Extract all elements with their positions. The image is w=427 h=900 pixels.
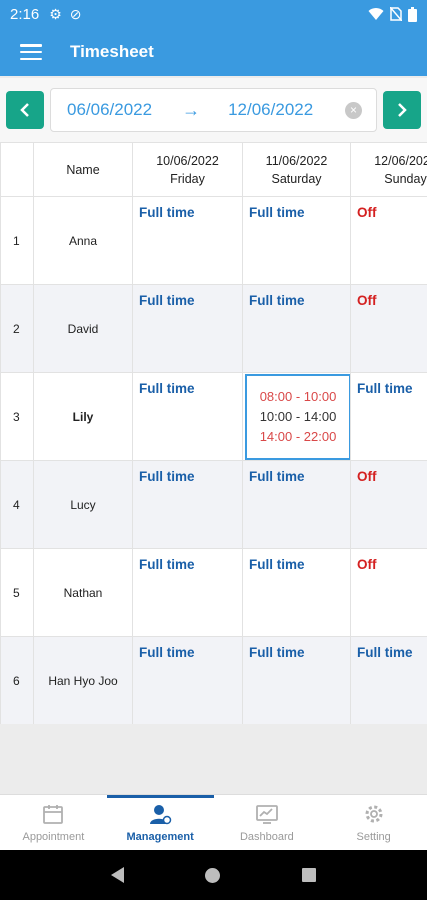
timesheet-table-container[interactable]: Name 10/06/2022 Friday 11/06/2022 Saturday… (0, 142, 427, 724)
calendar-icon (43, 805, 64, 824)
nav-setting[interactable]: Setting (320, 795, 427, 850)
app-bar: Timesheet (0, 28, 427, 76)
row-index: 1 (0, 196, 34, 285)
status-right-icons (368, 6, 417, 22)
timesheet-table: Name 10/06/2022 Friday 11/06/2022 Saturday… (0, 142, 427, 724)
schedule-cell[interactable]: Full time (242, 636, 351, 724)
arrow-right-icon: → (182, 99, 201, 120)
system-navigation-bar (0, 850, 427, 900)
table-row: 4 Lucy Full time Full time Off (0, 460, 427, 549)
shift-item: 14:00 - 22:00 (259, 428, 337, 444)
schedule-cell[interactable]: Off (350, 548, 427, 637)
date-range-field[interactable]: 06/06/2022 → 12/06/2022 × (50, 88, 377, 132)
gear-icon (365, 805, 383, 823)
column-header-friday: 10/06/2022 Friday (132, 142, 243, 197)
nav-label: Appointment (22, 831, 85, 843)
schedule-cell[interactable]: Full time (350, 636, 427, 724)
clear-icon[interactable]: × (345, 101, 362, 119)
schedule-cell[interactable]: Full time (132, 548, 243, 637)
column-day: Sunday (384, 171, 427, 186)
column-day: Saturday (271, 171, 322, 186)
shift-list[interactable]: 08:00 - 10:00 10:00 - 14:00 14:00 - 22:0… (245, 373, 351, 460)
recents-icon[interactable] (302, 868, 317, 882)
row-index: 5 (0, 548, 34, 637)
status-time: 2:16 (10, 5, 40, 23)
page-title: Timesheet (70, 42, 154, 61)
schedule-cell[interactable]: Full time (242, 460, 351, 549)
employee-name: Nathan (33, 548, 133, 637)
schedule-cell[interactable]: Off (350, 284, 427, 373)
employee-name: Lily (33, 372, 133, 461)
nav-management[interactable]: Management (106, 795, 214, 850)
table-row: 3 Lily Full time 08:00 - 10:00 10:00 - 1… (0, 372, 427, 461)
name-header: Name (33, 142, 133, 197)
employee-name: Han Hyo Joo (33, 636, 133, 724)
schedule-cell-selected[interactable]: 08:00 - 10:00 10:00 - 14:00 14:00 - 22:0… (242, 372, 351, 461)
employee-name: Anna (33, 196, 133, 285)
row-index: 4 (0, 460, 34, 549)
nav-appointment[interactable]: Appointment (0, 795, 107, 850)
row-index: 3 (0, 372, 34, 461)
nav-label: Dashboard (239, 831, 294, 843)
schedule-cell[interactable]: Off (350, 460, 427, 549)
employee-name: David (33, 284, 133, 373)
next-week-button[interactable] (383, 91, 421, 129)
shift-item: 10:00 - 14:00 (259, 408, 337, 424)
chevron-left-icon (20, 103, 29, 117)
employee-name: Lucy (33, 460, 133, 549)
wifi-icon (368, 8, 384, 20)
column-header-sunday: 12/06/2022 Sunday (350, 142, 427, 197)
dashboard-icon (255, 805, 278, 824)
status-bar: 2:16 ⚙ ⊘ (0, 0, 427, 28)
previous-week-button[interactable] (6, 91, 44, 129)
table-header-row: Name 10/06/2022 Friday 11/06/2022 Saturday… (0, 142, 427, 197)
menu-icon[interactable] (20, 44, 42, 60)
no-sim-icon (390, 7, 402, 21)
table-row: 6 Han Hyo Joo Full time Full time Full t… (0, 636, 427, 724)
date-to[interactable]: 12/06/2022 (228, 100, 313, 120)
index-header (0, 142, 34, 197)
schedule-cell[interactable]: Off (350, 196, 427, 285)
column-date: 12/06/2022 (374, 153, 427, 168)
date-from[interactable]: 06/06/2022 (67, 100, 152, 120)
shift-item: 08:00 - 10:00 (259, 388, 337, 404)
schedule-cell[interactable]: Full time (242, 196, 351, 285)
schedule-cell[interactable]: Full time (242, 284, 351, 373)
nav-label: Setting (356, 831, 391, 843)
battery-icon (408, 6, 417, 22)
nav-dashboard[interactable]: Dashboard (214, 795, 321, 850)
bottom-navigation: Appointment Management Dashboard Setting (0, 794, 427, 850)
schedule-cell[interactable]: Full time (242, 548, 351, 637)
chevron-right-icon (398, 103, 407, 117)
column-day: Friday (170, 171, 205, 186)
date-range-bar: 06/06/2022 → 12/06/2022 × (0, 78, 427, 142)
do-not-disturb-icon: ⊘ (69, 5, 82, 22)
row-index: 6 (0, 636, 34, 724)
schedule-cell[interactable]: Full time (350, 372, 427, 461)
table-row: 5 Nathan Full time Full time Off (0, 548, 427, 637)
schedule-cell[interactable]: Full time (132, 284, 243, 373)
nav-label: Management (126, 831, 194, 843)
schedule-cell[interactable]: Full time (132, 460, 243, 549)
column-date: 11/06/2022 (265, 153, 328, 168)
schedule-cell[interactable]: Full time (132, 636, 243, 724)
settings-icon: ⚙ (49, 5, 62, 22)
table-row: 1 Anna Full time Full time Off (0, 196, 427, 285)
back-icon[interactable] (110, 867, 124, 883)
row-index: 2 (0, 284, 34, 373)
home-icon[interactable] (205, 867, 221, 883)
table-row: 2 David Full time Full time Off (0, 284, 427, 373)
schedule-cell[interactable]: Full time (132, 196, 243, 285)
column-date: 10/06/2022 (156, 153, 219, 168)
schedule-cell[interactable]: Full time (132, 372, 243, 461)
user-manage-icon (150, 805, 172, 825)
column-header-saturday: 11/06/2022 Saturday (242, 142, 351, 197)
